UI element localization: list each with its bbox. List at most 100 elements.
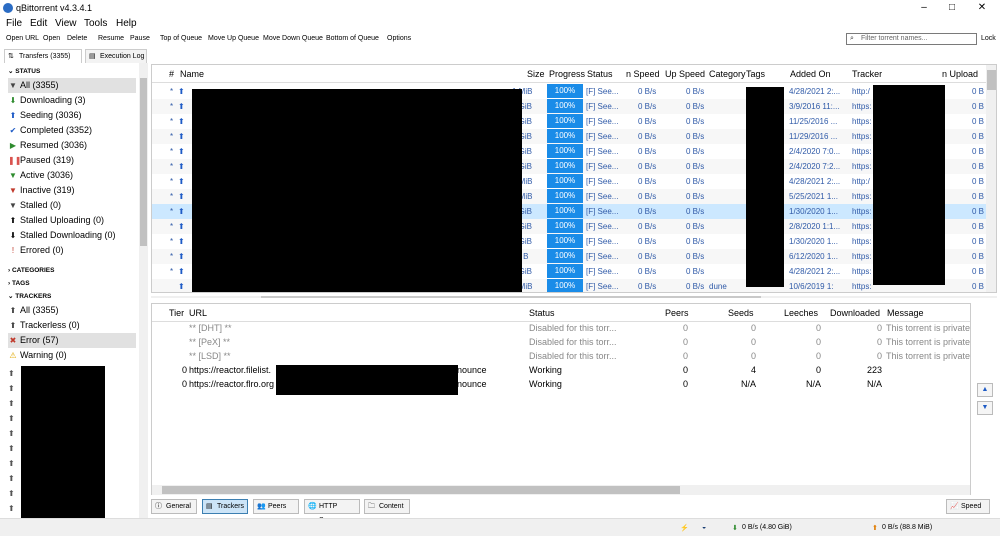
tab-trackers[interactable]: ▤ Trackers (202, 499, 248, 514)
sidebar-status-item[interactable]: ⬆ Stalled Uploading (0) (8, 213, 136, 228)
tab-peers[interactable]: 👥 Peers (253, 499, 299, 514)
tab-general[interactable]: ⓘ General (151, 499, 197, 514)
col-seeds[interactable]: Seeds (728, 308, 754, 318)
row-down-speed: 0 B/s (638, 237, 657, 246)
row-queue-pos: * (170, 87, 174, 96)
options-button[interactable]: Options (387, 35, 411, 42)
tracker-row[interactable]: 0 https://reactor.flro.org nounce Working 0 N… (152, 378, 970, 392)
row-queue-pos: * (170, 177, 174, 186)
col-leeches[interactable]: Leeches (784, 308, 818, 318)
open-url-button[interactable]: Open URL (6, 35, 39, 42)
move-down-queue-button[interactable]: Move Down Queue (263, 35, 323, 42)
row-uploaded: 0 B (972, 162, 985, 171)
col-tracker-status[interactable]: Status (529, 308, 555, 318)
col-downloaded[interactable]: Downloaded (830, 308, 880, 318)
splitter-thumb[interactable] (261, 296, 761, 298)
trackers-section-header[interactable]: ⌄ TRACKERS (8, 292, 51, 300)
delete-button[interactable]: Delete (67, 35, 87, 42)
redacted-tags (746, 87, 784, 287)
menu-tools[interactable]: Tools (84, 18, 107, 29)
sidebar-status-item[interactable]: ▼ Inactive (319) (8, 183, 136, 198)
pause-button[interactable]: Pause (130, 35, 150, 42)
col-size[interactable]: Size (527, 69, 545, 79)
menu-view[interactable]: View (55, 18, 77, 29)
sidebar-status-item[interactable]: ▼ Active (3036) (8, 168, 136, 183)
speed-button[interactable]: 📈 Speed (946, 499, 990, 514)
menu-file[interactable]: File (6, 18, 22, 29)
row-up-speed: 0 B/s (686, 132, 705, 141)
col-peers[interactable]: Peers (665, 308, 689, 318)
row-uploaded: 0 B (972, 177, 985, 186)
lock-button[interactable]: Lock (981, 35, 996, 42)
col-url[interactable]: URL (189, 308, 207, 318)
sidebar-status-item[interactable]: ▼ All (3355) (8, 78, 136, 93)
status-section-header[interactable]: ⌄ STATUS (8, 67, 40, 75)
row-up-speed: 0 B/s (686, 147, 705, 156)
splitter-handle[interactable] (151, 295, 997, 299)
row-up-speed: 0 B/s (686, 87, 705, 96)
row-down-speed: 0 B/s (638, 267, 657, 276)
col-num[interactable]: # (169, 69, 174, 79)
download-speed[interactable]: 0 B/s (4.80 GiB) (742, 524, 792, 531)
tab-http-sources[interactable]: 🌐HTTP Sources (304, 499, 360, 524)
torrent-list-scroll-thumb[interactable] (987, 70, 996, 90)
sidebar-tracker-item[interactable]: ⬆ Trackerless (0) (8, 318, 136, 333)
sidebar-status-item[interactable]: ! Errored (0) (8, 243, 136, 258)
col-added-on[interactable]: Added On (790, 69, 831, 79)
tracker-row[interactable]: ** [PeX] ** Disabled for this torr... 0 0 0 0… (152, 336, 970, 350)
sidebar-item-label: Resumed (3036) (20, 140, 88, 150)
col-name[interactable]: Name (180, 69, 204, 79)
upload-speed[interactable]: 0 B/s (88.8 MiB) (882, 524, 932, 531)
col-category[interactable]: Category (709, 69, 746, 79)
col-down-speed[interactable]: n Speed (626, 69, 660, 79)
row-tracker: http:/ (852, 87, 870, 96)
tab-content[interactable]: 🗀 Content (364, 499, 410, 514)
menu-edit[interactable]: Edit (30, 18, 47, 29)
row-up-speed: 0 B/s (686, 282, 705, 291)
top-of-queue-button[interactable]: Top of Queue (160, 35, 202, 42)
sidebar-status-item[interactable]: ⬇ Downloading (3) (8, 93, 136, 108)
col-progress[interactable]: Progress (549, 69, 585, 79)
download-arrow-icon: ⬇ (732, 525, 738, 532)
col-status[interactable]: Status (587, 69, 613, 79)
bottom-of-queue-button[interactable]: Bottom of Queue (326, 35, 379, 42)
sidebar-scroll-thumb[interactable] (140, 78, 147, 246)
sidebar-status-item[interactable]: ▶ Resumed (3036) (8, 138, 136, 153)
categories-section-header[interactable]: › CATEGORIES (8, 267, 54, 274)
col-tier[interactable]: Tier (169, 308, 184, 318)
minimize-button[interactable]: – (910, 0, 938, 16)
open-button[interactable]: Open (43, 35, 60, 42)
move-up-queue-button[interactable]: Move Up Queue (208, 35, 259, 42)
tags-section-header[interactable]: › TAGS (8, 280, 30, 287)
move-tracker-up-button[interactable]: ▲ (977, 383, 993, 397)
search-input[interactable]: ⌕ Filter torrent names... (846, 33, 977, 45)
tab-execution-log[interactable]: ▤ Execution Log (85, 49, 147, 63)
close-button[interactable]: ✕ (968, 0, 996, 16)
redacted-tracker-list (21, 366, 105, 518)
sidebar-status-item[interactable]: ❚❚Paused (319) (8, 153, 136, 168)
tab-transfers[interactable]: ⇅ Transfers (3355) (4, 49, 82, 63)
sidebar-status-item[interactable]: ⬆ Seeding (3036) (8, 108, 136, 123)
trackers-hscroll-thumb[interactable] (162, 486, 680, 494)
torrent-list-scrollbar[interactable] (986, 65, 996, 292)
col-tags[interactable]: Tags (746, 69, 765, 79)
maximize-button[interactable]: □ (938, 0, 966, 16)
sidebar-tracker-item[interactable]: ✖ Error (57) (8, 333, 136, 348)
col-tracker[interactable]: Tracker (852, 69, 882, 79)
tracker-row[interactable]: 0 https://reactor.filelist. nounce Working 0… (152, 364, 970, 378)
sidebar-status-item[interactable]: ✔ Completed (3352) (8, 123, 136, 138)
sidebar-status-item[interactable]: ⬇ Stalled Downloading (0) (8, 228, 136, 243)
menu-help[interactable]: Help (116, 18, 137, 29)
row-status: [F] See... (586, 207, 619, 216)
resume-button[interactable]: Resume (98, 35, 124, 42)
tracker-row[interactable]: ** [DHT] ** Disabled for this torr... 0 0 0 0… (152, 322, 970, 336)
sidebar-tracker-item[interactable]: ⚠ Warning (0) (8, 348, 136, 363)
col-message[interactable]: Message (887, 308, 924, 318)
speed-limit-icon[interactable]: ◒ (702, 524, 706, 531)
sidebar-tracker-item[interactable]: ⬆ All (3355) (8, 303, 136, 318)
col-upload[interactable]: n Upload (942, 69, 978, 79)
sidebar-status-item[interactable]: ▼ Stalled (0) (8, 198, 136, 213)
move-tracker-down-button[interactable]: ▼ (977, 401, 993, 415)
tracker-row[interactable]: ** [LSD] ** Disabled for this torr... 0 0 0 0… (152, 350, 970, 364)
col-up-speed[interactable]: Up Speed (665, 69, 705, 79)
